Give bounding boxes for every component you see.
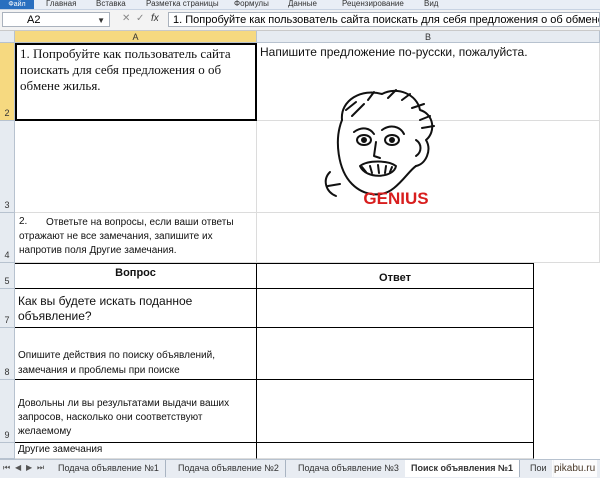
- formula-input[interactable]: 1. Попробуйте как пользователь сайта пои…: [168, 12, 600, 27]
- tab-review[interactable]: Рецензирование: [342, 0, 404, 9]
- table-header-answer[interactable]: Ответ: [257, 263, 534, 289]
- cell-a8-text: Опишите действия по поиску объявлений, з…: [18, 350, 216, 376]
- sheet-tab-5[interactable]: Пои: [524, 460, 554, 477]
- row-header-5[interactable]: 5: [0, 263, 15, 289]
- tab-view[interactable]: Вид: [424, 0, 438, 9]
- table-header-question[interactable]: Вопрос: [15, 263, 257, 289]
- cell-b4[interactable]: [257, 213, 600, 263]
- row-header-3[interactable]: 3: [0, 121, 15, 213]
- row-header-10[interactable]: [0, 443, 15, 459]
- cell-a10[interactable]: Другие замечания: [15, 443, 257, 459]
- cell-b9[interactable]: [257, 380, 534, 443]
- cell-a2[interactable]: 1. Попробуйте как пользователь сайта пои…: [15, 43, 257, 121]
- prev-sheet-icon[interactable]: ◀: [15, 463, 21, 472]
- cell-b7[interactable]: [257, 289, 534, 328]
- name-box-value: A2: [27, 14, 41, 26]
- row-header-2[interactable]: 2: [0, 43, 15, 121]
- tab-formulas[interactable]: Формулы: [234, 0, 269, 9]
- next-sheet-icon[interactable]: ▶: [26, 463, 32, 472]
- tab-home[interactable]: Главная: [46, 0, 76, 9]
- file-tab[interactable]: Файл: [0, 0, 34, 9]
- sheet-tab-1[interactable]: Подача объявление №1: [52, 460, 166, 477]
- genius-caption: GENIUS: [363, 189, 428, 208]
- answer-header-label: Ответ: [379, 272, 411, 284]
- row-header-7[interactable]: 7: [0, 289, 15, 328]
- cell-b10[interactable]: [257, 443, 534, 459]
- cell-a4-text: Ответьте на вопросы, если ваши ответы от…: [19, 217, 234, 256]
- last-sheet-icon[interactable]: ⏭: [37, 463, 44, 473]
- cell-a7[interactable]: Как вы будете искать поданное объявление…: [15, 289, 257, 328]
- cancel-icon[interactable]: ✕: [122, 13, 130, 24]
- row-header-4[interactable]: 4: [0, 213, 15, 263]
- cell-a7-text: Как вы будете искать поданное объявление…: [18, 294, 193, 323]
- cell-b2-text: Напишите предложение по-русски, пожалуйс…: [260, 45, 528, 59]
- function-icon[interactable]: fx: [151, 13, 159, 24]
- tab-insert[interactable]: Вставка: [96, 0, 126, 9]
- chevron-down-icon[interactable]: ▼: [97, 13, 105, 28]
- enter-icon[interactable]: ✓: [136, 13, 144, 24]
- sheet-tab-2[interactable]: Подача объявление №2: [172, 460, 286, 477]
- tab-page-layout[interactable]: Разметка страницы: [146, 0, 219, 9]
- cell-a9-text: Довольны ли вы результатами выдачи ваших…: [18, 398, 230, 437]
- column-header-a[interactable]: A: [15, 31, 257, 43]
- tab-data[interactable]: Данные: [288, 0, 317, 9]
- row-header-9[interactable]: 9: [0, 380, 15, 443]
- cell-a4[interactable]: 2. Ответьте на вопросы, если ваши ответы…: [15, 213, 257, 263]
- cell-a9[interactable]: Довольны ли вы результатами выдачи ваших…: [15, 380, 257, 443]
- sheet-tab-4-active[interactable]: Поиск объявления №1: [405, 460, 521, 477]
- formula-bar: A2 ▼ ✕ ✓ fx 1. Попробуйте как пользовате…: [0, 10, 600, 31]
- select-all-corner[interactable]: [0, 31, 15, 43]
- name-box[interactable]: A2 ▼: [2, 12, 110, 27]
- sheet-tab-3[interactable]: Подача объявление №3: [292, 460, 406, 477]
- first-sheet-icon[interactable]: ⏮: [3, 463, 10, 473]
- cell-a8[interactable]: Опишите действия по поиску объявлений, з…: [15, 328, 257, 380]
- cell-b8[interactable]: [257, 328, 534, 380]
- sheet-tabs-bar: ⏮ ◀ ▶ ⏭ Подача объявление №1 Подача объя…: [0, 459, 600, 478]
- watermark: pikabu.ru: [552, 460, 598, 477]
- genius-meme-image: GENIUS: [324, 89, 435, 208]
- column-header-b[interactable]: B: [257, 31, 600, 43]
- cell-a2-text: 1. Попробуйте как пользователь сайта пои…: [20, 46, 231, 93]
- question-header-label: Вопрос: [115, 267, 156, 279]
- row-header-8[interactable]: 8: [0, 328, 15, 380]
- ribbon: Файл Главная Вставка Разметка страницы Ф…: [0, 0, 600, 10]
- cell-a3[interactable]: [15, 121, 257, 213]
- cell-a10-text: Другие замечания: [18, 444, 103, 455]
